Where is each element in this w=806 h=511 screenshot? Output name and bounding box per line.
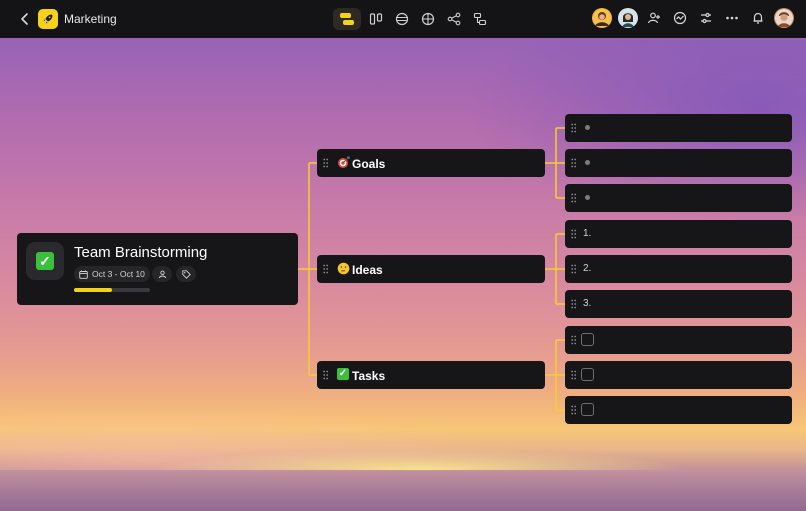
root-node-card[interactable]: ✓ Team Brainstorming Oct 3 - Oct 10 — [17, 233, 298, 305]
leaf-node-task-3[interactable] — [565, 396, 792, 424]
date-range-text: Oct 3 - Oct 10 — [92, 269, 145, 279]
bullet-icon — [585, 160, 590, 165]
task-checkbox[interactable] — [581, 333, 594, 346]
task-checkbox[interactable] — [581, 368, 594, 381]
tag-icon — [181, 269, 191, 279]
leaf-node-task-2[interactable] — [565, 361, 792, 389]
green-check-icon: ✓ — [337, 368, 349, 380]
bullet-icon — [585, 195, 590, 200]
drag-handle-icon — [323, 370, 329, 380]
drag-handle-icon — [571, 229, 577, 239]
person-icon — [158, 270, 166, 278]
drag-handle-icon — [571, 158, 577, 168]
drag-handle-icon — [571, 193, 577, 203]
leaf-node-idea-2[interactable]: 2. — [565, 255, 792, 283]
bullet-icon — [585, 125, 590, 130]
progress-bar-fill — [74, 288, 112, 292]
tag-chip[interactable] — [176, 266, 196, 282]
branch-node-goals[interactable]: Goals — [317, 149, 545, 177]
leaf-node-goal-1[interactable] — [565, 114, 792, 142]
branch-node-tasks[interactable]: ✓ Tasks — [317, 361, 545, 389]
leaf-node-idea-1[interactable]: 1. — [565, 220, 792, 248]
list-number: 2. — [583, 263, 592, 274]
drag-handle-icon — [571, 405, 577, 415]
branch-label-goals: Goals — [352, 157, 386, 171]
drag-handle-icon — [571, 299, 577, 309]
green-check-icon: ✓ — [36, 252, 54, 270]
leaf-node-goal-2[interactable] — [565, 149, 792, 177]
progress-bar — [74, 288, 150, 292]
branch-node-ideas[interactable]: Ideas — [317, 255, 545, 283]
assignee-chip[interactable] — [152, 266, 172, 282]
calendar-icon — [79, 270, 88, 279]
drag-handle-icon — [571, 335, 577, 345]
branch-label-tasks: Tasks — [352, 369, 386, 383]
drag-handle-icon — [323, 264, 329, 274]
drag-handle-icon — [323, 158, 329, 168]
drag-handle-icon — [571, 123, 577, 133]
date-range-chip[interactable]: Oct 3 - Oct 10 — [74, 266, 150, 282]
root-node-title[interactable]: Team Brainstorming — [74, 244, 207, 261]
target-icon — [337, 156, 350, 173]
task-checkbox[interactable] — [581, 403, 594, 416]
list-number: 3. — [583, 298, 592, 309]
leaf-node-goal-3[interactable] — [565, 184, 792, 212]
branch-label-ideas: Ideas — [352, 263, 383, 277]
drag-handle-icon — [571, 264, 577, 274]
root-node-icon: ✓ — [26, 242, 64, 280]
leaf-node-task-1[interactable] — [565, 326, 792, 354]
drag-handle-icon — [571, 370, 577, 380]
leaf-node-idea-3[interactable]: 3. — [565, 290, 792, 318]
thinking-face-icon — [337, 262, 350, 279]
list-number: 1. — [583, 228, 592, 239]
